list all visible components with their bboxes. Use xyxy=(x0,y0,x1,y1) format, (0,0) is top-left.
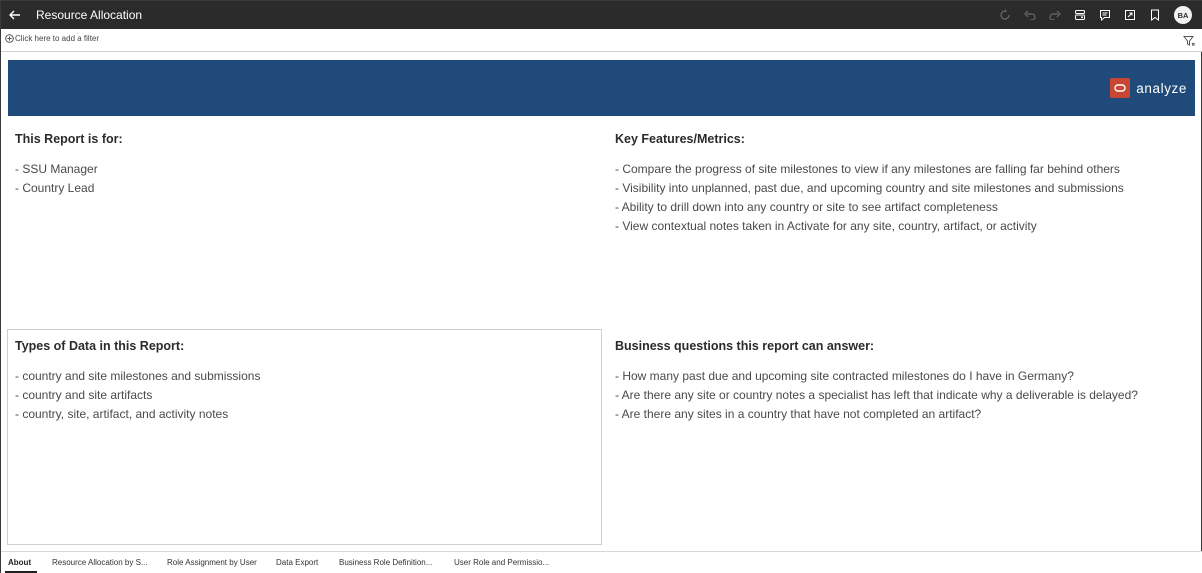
add-filter-button[interactable]: Click here to add a filter xyxy=(5,34,99,43)
list-item: - country, site, artifact, and activity … xyxy=(15,407,229,421)
filter-icon[interactable] xyxy=(1182,34,1195,46)
tab-about[interactable]: About xyxy=(8,558,31,567)
present-icon[interactable] xyxy=(1122,7,1138,23)
list-item: - How many past due and upcoming site co… xyxy=(615,369,1074,383)
tab-user-role-permissions[interactable]: User Role and Permissio... xyxy=(454,558,549,567)
tab-data-export[interactable]: Data Export xyxy=(276,558,318,567)
add-circle-icon xyxy=(5,34,14,43)
report-for-list: - SSU Manager - Country Lead xyxy=(15,160,123,198)
tab-role-assignment[interactable]: Role Assignment by User xyxy=(167,558,257,567)
avatar[interactable]: BA xyxy=(1174,6,1192,24)
list-item: - View contextual notes taken in Activat… xyxy=(615,219,1037,233)
list-item: - SSU Manager xyxy=(15,162,98,176)
comment-icon[interactable] xyxy=(1097,7,1113,23)
key-features-section: Key Features/Metrics: - Compare the prog… xyxy=(615,132,1124,236)
analyze-brand: analyze xyxy=(1110,78,1187,98)
top-bar: Resource Allocation BA xyxy=(1,1,1202,29)
key-features-heading: Key Features/Metrics: xyxy=(615,132,745,146)
list-item: - Visibility into unplanned, past due, a… xyxy=(615,181,1124,195)
list-item: - country and site artifacts xyxy=(15,388,153,402)
data-types-list: - country and site milestones and submis… xyxy=(15,367,260,424)
back-arrow-icon[interactable] xyxy=(5,5,25,25)
business-questions-section: Business questions this report can answe… xyxy=(615,339,1138,424)
data-types-heading: Types of Data in this Report: xyxy=(15,339,185,353)
tab-resource-allocation[interactable]: Resource Allocation by S... xyxy=(52,558,148,567)
list-item: - Are there any site or country notes a … xyxy=(615,388,1138,402)
list-item: - Are there any sites in a country that … xyxy=(615,407,982,421)
analyze-label: analyze xyxy=(1136,80,1187,96)
key-features-list: - Compare the progress of site milestone… xyxy=(615,160,1124,236)
tab-business-role-definition[interactable]: Business Role Definition... xyxy=(339,558,432,567)
list-item: - Country Lead xyxy=(15,181,95,195)
business-questions-list: - How many past due and upcoming site co… xyxy=(615,367,1138,424)
filter-bar: Click here to add a filter xyxy=(1,29,1202,52)
list-item: - Compare the progress of site milestone… xyxy=(615,162,1120,176)
refresh-icon[interactable] xyxy=(997,7,1013,23)
list-item: - country and site milestones and submis… xyxy=(15,369,261,383)
list-item: - Ability to drill down into any country… xyxy=(615,200,998,214)
business-questions-heading: Business questions this report can answe… xyxy=(615,339,875,353)
report-for-section: This Report is for: - SSU Manager - Coun… xyxy=(15,132,123,198)
undo-icon[interactable] xyxy=(1022,7,1038,23)
canvas-tab-bar: About Resource Allocation by S... Role A… xyxy=(1,551,1202,573)
oracle-logo-icon xyxy=(1110,78,1131,98)
bookmark-icon[interactable] xyxy=(1147,7,1163,23)
page-title: Resource Allocation xyxy=(36,8,143,22)
analyze-banner: analyze xyxy=(8,60,1195,116)
data-icon[interactable] xyxy=(1072,7,1088,23)
data-types-section: Types of Data in this Report: - country … xyxy=(15,339,260,424)
app-frame: Resource Allocation BA Click here to add… xyxy=(0,0,1202,573)
report-for-heading: This Report is for: xyxy=(15,132,123,146)
redo-icon[interactable] xyxy=(1047,7,1063,23)
add-filter-label: Click here to add a filter xyxy=(15,34,100,43)
